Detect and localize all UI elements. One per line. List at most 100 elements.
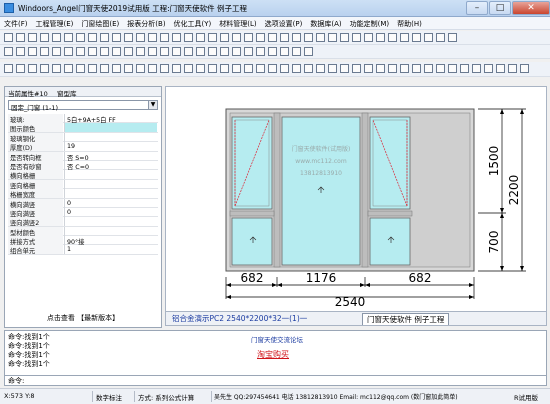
toolbar-button[interactable] [16, 47, 25, 56]
property-row[interactable]: 玻璃: 5白+9A+5白 FF [8, 114, 158, 124]
toolbar-button[interactable] [268, 47, 277, 56]
toolbar-button[interactable] [424, 64, 433, 73]
toolbar-button[interactable] [148, 64, 157, 73]
toolbar-button[interactable] [136, 33, 145, 42]
toolbar-button[interactable] [160, 47, 169, 56]
toolbar-button[interactable] [520, 64, 529, 73]
toolbar-button[interactable] [316, 64, 325, 73]
menu-material[interactable]: 材料管理(L) [215, 17, 260, 29]
menu-help[interactable]: 帮助(H) [393, 17, 426, 29]
toolbar-button[interactable] [28, 33, 37, 42]
menu-report[interactable]: 报表分析(B) [123, 17, 169, 29]
property-value[interactable]: 0 [64, 207, 157, 217]
tab-project[interactable]: 门窗天使软件 例子工程 [362, 313, 450, 325]
property-row[interactable]: 是否转向框否 S=0 [8, 151, 158, 162]
toolbar-button[interactable] [64, 64, 73, 73]
toolbar-button[interactable] [376, 64, 385, 73]
property-value[interactable]: 否 C=0 [64, 160, 157, 170]
toolbar-button[interactable] [64, 47, 73, 56]
toolbar-button[interactable] [304, 33, 313, 42]
tab-current-properties[interactable]: 当前属性#10 [8, 88, 48, 98]
property-row[interactable]: 图示颜色 [8, 123, 158, 133]
menu-file[interactable]: 文件(F) [0, 17, 32, 29]
toolbar-button[interactable] [328, 33, 337, 42]
toolbar-button[interactable] [88, 64, 97, 73]
toolbar-button[interactable] [148, 33, 157, 42]
toolbar-button[interactable] [28, 47, 37, 56]
toolbar-button[interactable] [424, 33, 433, 42]
toolbar-button[interactable] [436, 33, 445, 42]
toolbar-button[interactable] [100, 33, 109, 42]
toolbar-button[interactable] [52, 64, 61, 73]
property-row[interactable]: 竖向满竖 0 [8, 207, 158, 218]
toolbar-button[interactable] [388, 33, 397, 42]
toolbar-button[interactable] [436, 64, 445, 73]
property-value[interactable] [64, 217, 157, 227]
toolbar-button[interactable] [220, 64, 229, 73]
menu-project[interactable]: 工程管理(E) [32, 17, 78, 29]
toolbar-button[interactable] [52, 47, 61, 56]
toolbar-button[interactable] [460, 64, 469, 73]
toolbar-button[interactable] [172, 47, 181, 56]
toolbar-button[interactable] [448, 64, 457, 73]
toolbar-button[interactable] [52, 33, 61, 42]
toolbar-button[interactable] [88, 33, 97, 42]
toolbar-button[interactable] [28, 64, 37, 73]
toolbar-button[interactable] [352, 64, 361, 73]
toolbar-button[interactable] [364, 33, 373, 42]
toolbar-button[interactable] [160, 64, 169, 73]
toolbar-button[interactable] [16, 33, 25, 42]
property-row[interactable]: 是否有砂窗否 C=0 [8, 160, 158, 171]
toolbar-button[interactable] [160, 33, 169, 42]
toolbar-button[interactable] [208, 64, 217, 73]
menu-customize[interactable]: 功能定制(M) [346, 17, 394, 29]
toolbar-button[interactable] [148, 47, 157, 56]
toolbar-button[interactable] [112, 64, 121, 73]
toolbar-button[interactable] [4, 33, 13, 42]
toolbar-button[interactable] [16, 64, 25, 73]
command-line[interactable]: 命令: [4, 376, 547, 386]
toolbar-button[interactable] [340, 33, 349, 42]
menu-optimize[interactable]: 优化工具(Y) [170, 17, 216, 29]
toolbar-button[interactable] [268, 64, 277, 73]
toolbar-button[interactable] [136, 64, 145, 73]
property-value[interactable] [64, 170, 157, 180]
property-value[interactable] [64, 179, 157, 189]
property-value[interactable]: 否 S=0 [64, 151, 157, 161]
property-row[interactable]: 横向满竖 0 [8, 198, 158, 209]
toolbar-button[interactable] [4, 64, 13, 73]
toolbar-button[interactable] [100, 64, 109, 73]
toolbar-button[interactable] [172, 64, 181, 73]
toolbar-button[interactable] [196, 33, 205, 42]
menu-database[interactable]: 数据库(A) [306, 17, 345, 29]
toolbar-button[interactable] [76, 33, 85, 42]
toolbar-button[interactable] [256, 33, 265, 42]
property-value[interactable] [64, 123, 157, 133]
property-value[interactable]: 90°接 [64, 236, 157, 246]
toolbar-button[interactable] [304, 47, 313, 56]
toolbar-button[interactable] [136, 47, 145, 56]
toolbar-button[interactable] [244, 33, 253, 42]
property-row[interactable]: 厚度(D) 19 [8, 142, 158, 152]
element-selector[interactable]: 固定_门窗 (1-1) ▼ [8, 100, 158, 112]
property-row[interactable]: 组合单元 1 [8, 245, 158, 255]
toolbar-button[interactable] [508, 64, 517, 73]
toolbar-button[interactable] [352, 33, 361, 42]
property-row[interactable]: 玻璃钢化 [8, 132, 158, 143]
menu-options[interactable]: 选项设置(P) [261, 17, 307, 29]
toolbar-button[interactable] [76, 64, 85, 73]
property-value[interactable] [64, 132, 157, 142]
property-value[interactable] [64, 189, 157, 199]
toolbar-button[interactable] [292, 64, 301, 73]
toolbar-button[interactable] [292, 33, 301, 42]
toolbar-button[interactable] [40, 47, 49, 56]
toolbar-button[interactable] [244, 47, 253, 56]
property-value[interactable]: 19 [64, 142, 157, 152]
toolbar-button[interactable] [220, 47, 229, 56]
tab-window-library[interactable]: 窗型库 [57, 88, 77, 98]
toolbar-button[interactable] [184, 33, 193, 42]
drawing-canvas[interactable]: 门窗天使软件(试用版) www.mc112.com 13812813910 68… [165, 86, 547, 312]
toolbar-button[interactable] [64, 33, 73, 42]
toolbar-button[interactable] [88, 47, 97, 56]
toolbar-button[interactable] [124, 64, 133, 73]
